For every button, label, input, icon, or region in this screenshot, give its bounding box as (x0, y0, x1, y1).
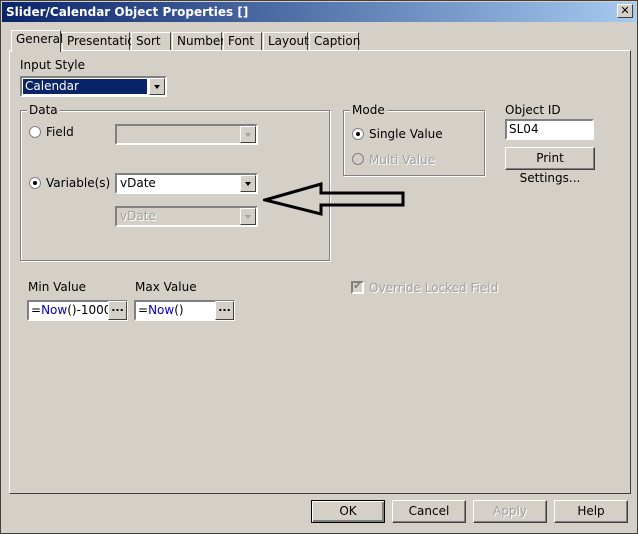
object-id-label: Object ID (505, 103, 561, 117)
variable1-dropdown-button[interactable] (240, 175, 256, 192)
title-bar[interactable]: Slider/Calendar Object Properties [] ✕ (2, 2, 636, 22)
field-radio[interactable] (29, 126, 41, 138)
print-settings-button[interactable]: Print Settings... (505, 147, 595, 185)
field-dropdown-button (240, 126, 256, 143)
data-group-title: Data (27, 103, 60, 117)
tab-presentation[interactable]: Presentation (62, 32, 142, 51)
variable1-value: vDate (120, 176, 156, 190)
input-style-dropdown-button[interactable] (149, 78, 165, 95)
min-value-expression: =Now()-1000 (31, 303, 112, 317)
object-id-input[interactable]: SL04 (505, 119, 594, 140)
override-locked-field-checkbox: ✔ (351, 279, 364, 294)
properties-dialog: Slider/Calendar Object Properties [] ✕ G… (0, 0, 638, 534)
multi-value-radio (352, 153, 364, 165)
variable2-value: vDate (120, 209, 156, 223)
mode-group-title: Mode (350, 103, 387, 117)
override-locked-field-label: Override Locked Field (369, 281, 499, 295)
tab-font[interactable]: Font (223, 32, 262, 51)
chevron-down-icon (245, 182, 251, 186)
ok-button[interactable]: OK (311, 500, 385, 523)
tab-general[interactable]: General (11, 30, 63, 52)
tab-caption[interactable]: Caption (309, 32, 360, 51)
variable2-select: vDate (115, 206, 258, 227)
cancel-button[interactable]: Cancel (392, 500, 466, 523)
annotation-arrow-icon (263, 182, 405, 216)
field-select (115, 124, 258, 145)
min-value-label: Min Value (28, 280, 87, 294)
window-title: Slider/Calendar Object Properties [] (6, 5, 249, 19)
max-value-label: Max Value (135, 280, 197, 294)
apply-button: Apply (473, 500, 547, 523)
chevron-down-icon (245, 215, 251, 219)
variable1-select[interactable]: vDate (115, 173, 258, 194)
chevron-down-icon (245, 133, 251, 137)
tab-number[interactable]: Number (172, 32, 225, 51)
close-icon[interactable]: ✕ (617, 4, 633, 18)
object-id-value: SL04 (509, 122, 539, 136)
help-button[interactable]: Help (554, 500, 628, 523)
input-style-value: Calendar (23, 79, 147, 94)
input-style-label: Input Style (20, 58, 86, 72)
variable2-dropdown-button (240, 208, 256, 225)
chevron-down-icon (154, 85, 160, 89)
input-style-select[interactable]: Calendar (20, 76, 167, 97)
field-radio-label: Field (46, 125, 74, 139)
max-value-edit-button[interactable]: ... (215, 301, 234, 320)
single-value-radio[interactable] (352, 128, 364, 140)
variables-radio-label: Variable(s) (46, 176, 111, 190)
max-value-expression: =Now() (138, 303, 184, 317)
min-value-edit-button[interactable]: ... (108, 301, 127, 320)
variables-radio[interactable] (29, 177, 41, 189)
single-value-label: Single Value (369, 127, 443, 141)
multi-value-label: Multi Value (369, 153, 436, 167)
checkmark-icon: ✔ (353, 279, 363, 292)
tab-layout[interactable]: Layout (263, 32, 309, 51)
tab-sort[interactable]: Sort (131, 32, 171, 51)
